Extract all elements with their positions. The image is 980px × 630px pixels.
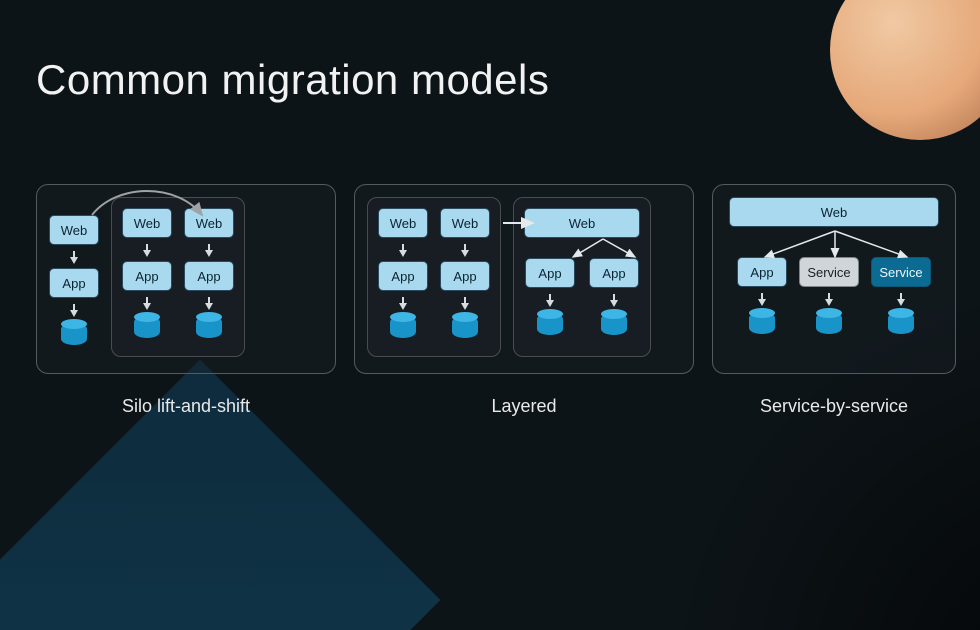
service-box: Service [871,257,931,287]
database-icon [601,313,627,335]
app-box: App [378,261,428,291]
layered-left-stack-1: Web App [378,208,428,338]
arrow-down-icon [461,297,469,308]
app-box: App [440,261,490,291]
sbs-stack-service-2: Service [871,257,931,334]
arrow-down-icon [143,297,151,308]
service-box: Service [799,257,859,287]
layered-right-stack-1: App [525,258,575,335]
layered-right-group: Web App App [513,197,651,357]
web-box: Web [122,208,172,238]
arrow-down-icon [897,293,905,304]
app-box: App [184,261,234,291]
app-box: App [737,257,787,287]
app-box: App [525,258,575,288]
sbs-stack-service-1: Service [799,257,859,334]
database-icon [196,316,222,338]
database-icon [134,316,160,338]
arrow-down-icon [546,294,554,305]
app-box: App [122,261,172,291]
model-silo: Web App Web App Web [36,184,336,417]
arrow-down-icon [758,293,766,304]
database-icon [816,312,842,334]
sbs-stack-app: App [737,257,787,334]
app-box: App [589,258,639,288]
arrow-down-icon [825,293,833,304]
sbs-services-row: App Service Service [737,257,931,334]
silo-caption: Silo lift-and-shift [122,396,250,417]
app-box: App [49,268,99,298]
arrow-down-icon [205,297,213,308]
arrow-down-icon [70,251,78,262]
layered-caption: Layered [491,396,556,417]
arrow-down-icon [70,304,78,315]
arrow-down-icon [143,244,151,255]
silo-left-stack: Web App [49,215,99,345]
database-icon [390,316,416,338]
silo-right-group: Web App Web App [111,197,245,357]
model-layered: Web App Web App [354,184,694,417]
database-icon [888,312,914,334]
web-box: Web [524,208,640,238]
silo-right-stack-1: Web App [122,208,172,338]
web-box: Web [184,208,234,238]
layered-right-apps: App App [525,258,639,335]
web-box: Web [729,197,939,227]
arrow-down-icon [205,244,213,255]
arrow-down-icon [399,244,407,255]
model-service-by-service: Web App Service Service [712,184,956,417]
sbs-caption: Service-by-service [760,396,908,417]
database-icon [452,316,478,338]
database-icon [749,312,775,334]
layered-left-stack-2: Web App [440,208,490,338]
arrow-down-icon [399,297,407,308]
arrow-down-icon [461,244,469,255]
web-box: Web [49,215,99,245]
page-title: Common migration models [36,56,944,104]
web-box: Web [440,208,490,238]
database-icon [537,313,563,335]
models-row: Web App Web App Web [36,184,944,417]
silo-panel: Web App Web App Web [36,184,336,374]
database-icon [61,323,87,345]
sbs-panel: Web App Service Service [712,184,956,374]
layered-panel: Web App Web App [354,184,694,374]
silo-right-stack-2: Web App [184,208,234,338]
arrow-down-icon [610,294,618,305]
layered-right-stack-2: App [589,258,639,335]
layered-left-group: Web App Web App [367,197,501,357]
slide-content: Common migration models Web App [0,0,980,417]
web-box: Web [378,208,428,238]
